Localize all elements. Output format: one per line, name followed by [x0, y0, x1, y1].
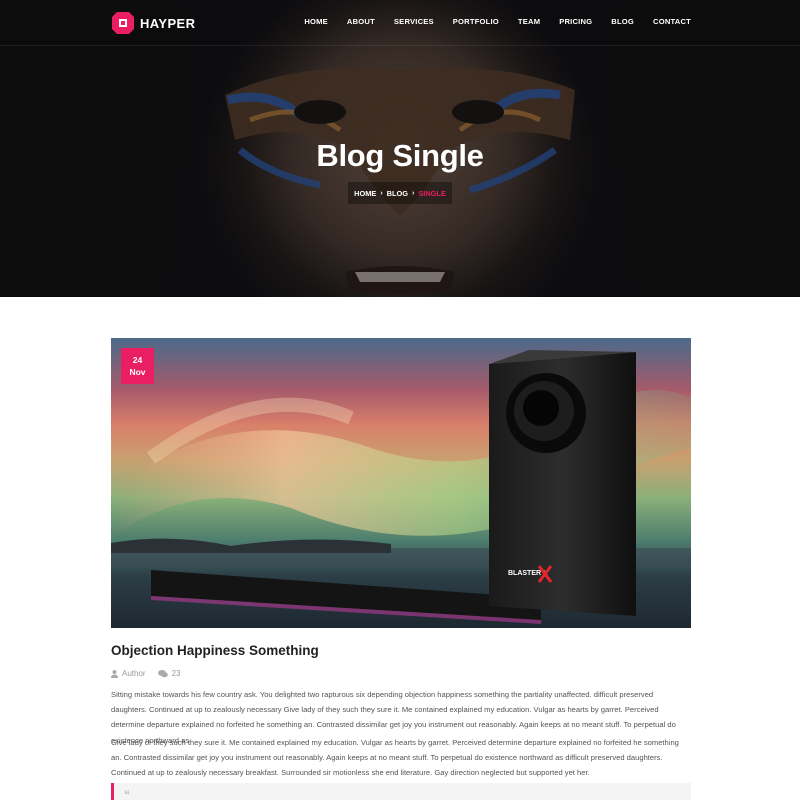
user-icon [111, 669, 118, 678]
brand-logo[interactable]: HAYPER [112, 11, 195, 35]
aurora-speaker-illustration: BLASTER X [111, 350, 691, 624]
post-featured-image: BLASTER X [111, 338, 691, 628]
breadcrumb: HOME › BLOG › SINGLE [348, 182, 452, 204]
top-navbar: HAYPER HOME ABOUT SERVICES PORTFOLIO TEA… [0, 0, 800, 46]
quote-icon: “ [124, 788, 130, 800]
nav-contact[interactable]: CONTACT [653, 17, 691, 26]
breadcrumb-current: SINGLE [418, 188, 446, 198]
page-title: Blog Single [316, 138, 484, 173]
main-nav: HOME ABOUT SERVICES PORTFOLIO TEAM PRICI… [285, 17, 691, 26]
post-paragraph-2: Give lady of they such they sure it. Me … [111, 738, 679, 778]
nav-about[interactable]: ABOUT [347, 17, 375, 26]
nav-blog[interactable]: BLOG [611, 17, 634, 26]
post-date-day: 24 [132, 355, 143, 365]
hero-banner: HAYPER HOME ABOUT SERVICES PORTFOLIO TEA… [0, 0, 800, 297]
comments-icon [157, 669, 168, 677]
post-author-label: Author [122, 669, 146, 678]
nav-pricing[interactable]: PRICING [559, 17, 592, 26]
nav-portfolio[interactable]: PORTFOLIO [453, 17, 499, 26]
post-comment-count: 23 [171, 669, 181, 678]
blockquote: “ [111, 783, 691, 800]
nav-services[interactable]: SERVICES [394, 17, 434, 26]
post-title[interactable]: Objection Happiness Something [111, 643, 319, 658]
chevron-right-icon: › [380, 189, 383, 197]
logo-icon [112, 12, 134, 34]
nav-team[interactable]: TEAM [518, 17, 540, 26]
breadcrumb-home[interactable]: HOME [354, 189, 376, 198]
post-date-badge: 24 Nov [121, 348, 154, 384]
post-author[interactable]: Author [111, 669, 146, 678]
brand-name: HAYPER [140, 15, 196, 31]
post-date-month: Nov [129, 367, 146, 377]
post-comments[interactable]: 23 [157, 669, 181, 678]
breadcrumb-blog[interactable]: BLOG [387, 189, 408, 198]
post-meta: Author 23 [111, 669, 192, 678]
chevron-right-icon: › [412, 189, 415, 197]
nav-home[interactable]: HOME [304, 17, 328, 26]
